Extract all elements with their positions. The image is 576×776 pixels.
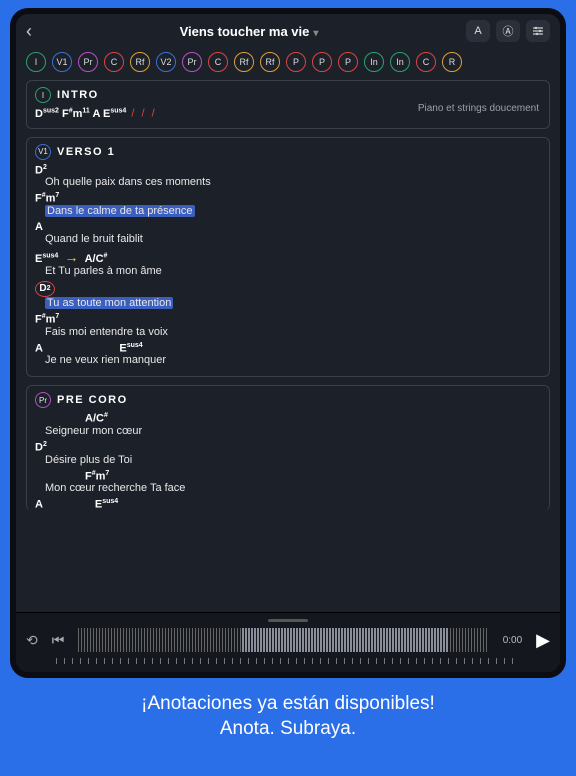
- chip-rf[interactable]: Rf: [234, 52, 254, 72]
- lyric: Désire plus de Toi: [35, 454, 541, 466]
- chord: D2: [35, 441, 541, 454]
- chip-v1[interactable]: V1: [52, 52, 72, 72]
- chip-rf[interactable]: Rf: [130, 52, 150, 72]
- chord: Esus4 → A/C#: [35, 249, 541, 265]
- back-icon[interactable]: ‹: [26, 21, 32, 42]
- chip-v2[interactable]: V2: [156, 52, 176, 72]
- arrow-icon: →: [64, 249, 78, 265]
- annotate-button[interactable]: Ⓐ: [496, 20, 520, 42]
- lyric: Fais moi entendre ta voix: [35, 326, 541, 338]
- time-label: 0:00: [503, 635, 522, 646]
- lyric: Quand le bruit faiblit: [35, 233, 541, 245]
- lyric: Et Tu parles à mon âme: [35, 265, 541, 277]
- loop-icon[interactable]: ⟲: [26, 632, 38, 649]
- lyric: Dans le calme de ta présence: [35, 205, 541, 217]
- prev-icon[interactable]: ⏮: [52, 632, 65, 649]
- section-title: VERSO 1: [57, 146, 115, 158]
- promo-text: ¡Anotaciones ya están disponibles! Anota…: [0, 692, 576, 741]
- chip-in[interactable]: In: [364, 52, 384, 72]
- section-intro: I INTRO Piano et strings doucement Dsus2…: [26, 80, 550, 129]
- chord: D2: [35, 281, 541, 297]
- lyric: Seigneur mon cœur: [35, 425, 541, 437]
- chord: A: [35, 221, 541, 233]
- waveform[interactable]: [78, 628, 488, 652]
- lyric: Oh quelle paix dans ces moments: [35, 176, 541, 188]
- chip-i[interactable]: I: [26, 52, 46, 72]
- chord: F#m7: [35, 470, 541, 483]
- drag-handle[interactable]: [268, 619, 308, 622]
- lyric: Mon cœur recherche Ta face: [35, 482, 541, 494]
- section-precoro: Pr PRE CORO A/C#Seigneur mon cœur D2Désir…: [26, 385, 550, 511]
- font-button[interactable]: A: [466, 20, 490, 42]
- settings-icon[interactable]: [526, 20, 550, 42]
- chord: A Esus4: [35, 342, 541, 355]
- section-badge: Pr: [35, 392, 51, 408]
- chord: A Esus4: [35, 498, 541, 511]
- chip-in[interactable]: In: [390, 52, 410, 72]
- chip-r[interactable]: R: [442, 52, 462, 72]
- lyric: Tu as toute mon attention: [35, 297, 541, 309]
- chevron-down-icon: ▾: [313, 28, 318, 39]
- section-title: PRE CORO: [57, 394, 128, 406]
- chip-rf[interactable]: Rf: [260, 52, 280, 72]
- chord: F#m7: [35, 313, 541, 326]
- chord: A/C#: [35, 412, 541, 425]
- chip-p[interactable]: P: [338, 52, 358, 72]
- play-icon[interactable]: ▶: [536, 630, 550, 651]
- chip-c[interactable]: C: [104, 52, 124, 72]
- chip-c[interactable]: C: [208, 52, 228, 72]
- section-badge: V1: [35, 144, 51, 160]
- section-verso1: V1 VERSO 1 D2Oh quelle paix dans ces mom…: [26, 137, 550, 378]
- section-title: INTRO: [57, 89, 99, 101]
- chip-pr[interactable]: Pr: [78, 52, 98, 72]
- player-bar: ⟲ ⏮ 0:00 ▶: [16, 612, 560, 672]
- song-title[interactable]: Viens toucher ma vie▾: [38, 24, 460, 39]
- lyric: Je ne veux rien manquer: [35, 354, 541, 366]
- tick-marks: [56, 658, 520, 664]
- chip-pr[interactable]: Pr: [182, 52, 202, 72]
- chip-p[interactable]: P: [312, 52, 332, 72]
- section-note: Piano et strings doucement: [418, 103, 539, 114]
- chord: F#m7: [35, 192, 541, 205]
- section-badge: I: [35, 87, 51, 103]
- section-chips: IV1PrCRfV2PrCRfRfPPPInInCR: [16, 46, 560, 80]
- chip-p[interactable]: P: [286, 52, 306, 72]
- chip-c[interactable]: C: [416, 52, 436, 72]
- chord: D2: [35, 164, 541, 177]
